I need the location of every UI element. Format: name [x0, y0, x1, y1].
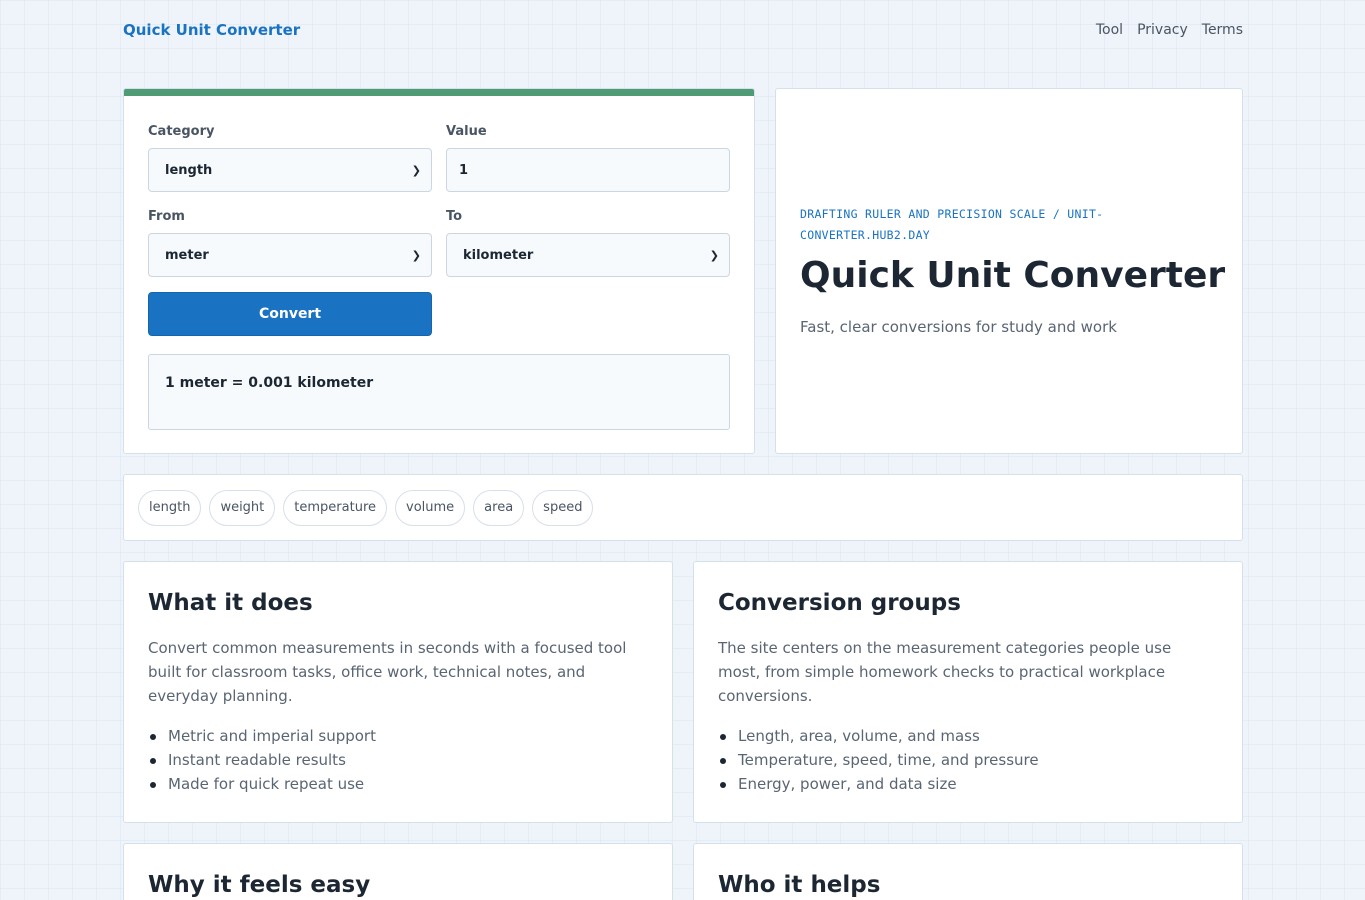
- hero-title: Quick Unit Converter: [800, 255, 1226, 296]
- what-it-does-card: What it does Convert common measurements…: [123, 561, 673, 823]
- who-it-helps-card: Who it helps: [693, 843, 1243, 900]
- card-accent-bar: [124, 89, 754, 96]
- chip-length[interactable]: length: [138, 489, 202, 526]
- main-nav: Tool Privacy Terms: [1096, 22, 1243, 38]
- chip-volume[interactable]: volume: [395, 489, 466, 526]
- category-field: Category length ❯: [148, 124, 432, 192]
- card-text: The site centers on the measurement cate…: [718, 639, 1172, 705]
- to-label: To: [446, 209, 463, 224]
- category-select[interactable]: length ❯: [148, 148, 432, 192]
- from-select-value: meter: [165, 247, 209, 263]
- hero-card: DRAFTING RULER AND PRECISION SCALE / UNI…: [775, 88, 1243, 454]
- chevron-down-icon: ❯: [411, 248, 421, 262]
- list-item: Made for quick repeat use: [148, 772, 648, 796]
- chip-weight[interactable]: weight: [209, 489, 276, 526]
- conversion-groups-card: Conversion groups The site centers on th…: [693, 561, 1243, 823]
- value-field: Value 1: [446, 124, 730, 192]
- list-item: Energy, power, and data size: [718, 772, 1218, 796]
- card-title: Why it feels easy: [148, 872, 371, 898]
- why-it-feels-easy-card: Why it feels easy: [123, 843, 673, 900]
- value-input[interactable]: 1: [446, 148, 730, 192]
- top-row: Category length ❯ Value 1 From meter ❯ T…: [123, 88, 1243, 454]
- chevron-down-icon: ❯: [411, 163, 421, 177]
- to-select[interactable]: kilometer ❯: [446, 233, 730, 277]
- chip-temperature[interactable]: temperature: [283, 489, 387, 526]
- from-field: From meter ❯: [148, 209, 432, 277]
- category-label: Category: [148, 124, 215, 139]
- list-item: Metric and imperial support: [148, 724, 648, 748]
- nav-link-terms[interactable]: Terms: [1202, 22, 1243, 38]
- brand-logo[interactable]: Quick Unit Converter: [123, 21, 300, 39]
- result-box: 1 meter = 0.001 kilometer: [148, 354, 730, 430]
- list-item: Length, area, volume, and mass: [718, 724, 1218, 748]
- hero-kicker: DRAFTING RULER AND PRECISION SCALE / UNI…: [800, 207, 1104, 242]
- value-label: Value: [446, 124, 487, 139]
- converter-card: Category length ❯ Value 1 From meter ❯ T…: [123, 88, 755, 454]
- value-input-text: 1: [459, 162, 469, 178]
- card-title: Conversion groups: [718, 590, 961, 616]
- card-text: Convert common measurements in seconds w…: [148, 639, 627, 705]
- card-title: What it does: [148, 590, 313, 616]
- to-select-value: kilometer: [463, 247, 534, 263]
- chip-speed[interactable]: speed: [532, 489, 594, 526]
- nav-link-privacy[interactable]: Privacy: [1137, 22, 1188, 38]
- category-select-value: length: [165, 162, 213, 178]
- from-label: From: [148, 209, 185, 224]
- hero-subtitle: Fast, clear conversions for study and wo…: [800, 318, 1117, 336]
- from-select[interactable]: meter ❯: [148, 233, 432, 277]
- chevron-down-icon: ❯: [709, 248, 719, 262]
- list-item: Instant readable results: [148, 748, 648, 772]
- result-text: 1 meter = 0.001 kilometer: [165, 375, 374, 391]
- convert-button[interactable]: Convert: [148, 292, 432, 336]
- list-item: Temperature, speed, time, and pressure: [718, 748, 1218, 772]
- feature-list: Metric and imperial support Instant read…: [148, 724, 648, 796]
- nav-link-tool[interactable]: Tool: [1096, 22, 1123, 38]
- category-chips: length weight temperature volume area sp…: [123, 474, 1243, 541]
- site-header: Quick Unit Converter Tool Privacy Terms: [123, 0, 1243, 60]
- card-title: Who it helps: [718, 872, 881, 898]
- groups-list: Length, area, volume, and mass Temperatu…: [718, 724, 1218, 796]
- chip-area[interactable]: area: [473, 489, 525, 526]
- page-wrapper: Quick Unit Converter Tool Privacy Terms …: [123, 0, 1243, 900]
- to-field: To kilometer ❯: [446, 209, 730, 277]
